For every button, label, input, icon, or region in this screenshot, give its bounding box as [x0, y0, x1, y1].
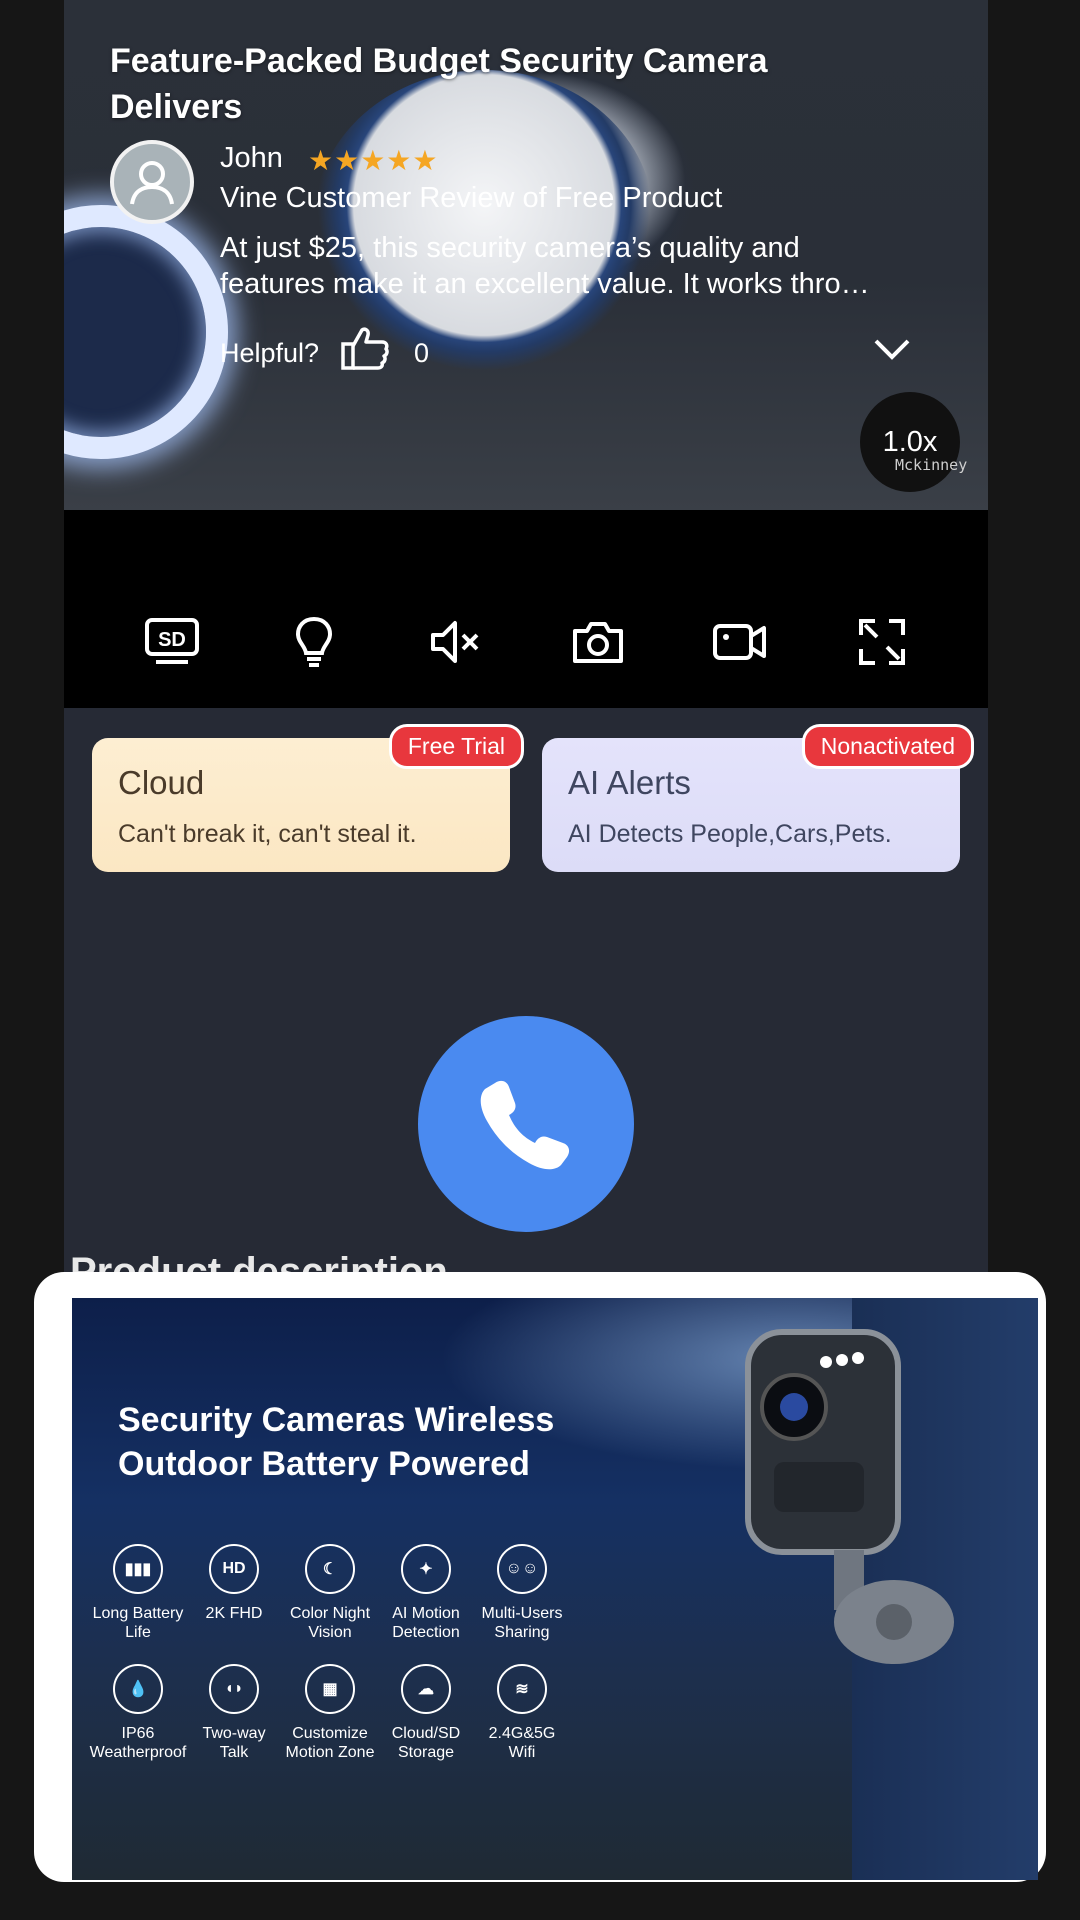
users-icon: ☺☺	[497, 1544, 547, 1594]
feature-wifi: ≋ 2.4G&5G Wifi	[470, 1664, 574, 1762]
feature-label: Weatherproof	[89, 1744, 187, 1761]
mute-button[interactable]	[426, 612, 486, 672]
night-vision-icon: ☾	[305, 1544, 355, 1594]
feature-label: Talk	[219, 1744, 249, 1761]
sd-icon: SD	[145, 618, 199, 664]
motion-zone-icon: ▦	[305, 1664, 355, 1714]
water-drop-icon: 💧	[113, 1664, 163, 1714]
expand-review-button[interactable]	[872, 336, 912, 367]
review-snippet-line2: features make it an excellent value. It …	[220, 268, 870, 300]
feature-label: Long Battery	[92, 1605, 184, 1622]
ai-alerts-card-subtitle: AI Detects People,Cars,Pets.	[568, 820, 892, 848]
cloud-card[interactable]: Cloud Can't break it, can't steal it. Fr…	[92, 724, 524, 872]
chevron-down-icon	[874, 339, 910, 360]
free-trial-badge: Free Trial	[388, 724, 524, 769]
feature-2k-fhd: HD 2K FHD	[182, 1544, 286, 1623]
fullscreen-icon	[859, 619, 905, 665]
product-title-line1: Security Cameras Wireless	[118, 1401, 555, 1439]
star-rating: ★★★★★	[308, 145, 439, 176]
feature-label: Detection	[392, 1624, 460, 1641]
feature-label: Sharing	[494, 1624, 550, 1641]
reviewer-name[interactable]: John	[220, 142, 283, 175]
feature-label: AI Motion	[392, 1605, 460, 1622]
feature-label: Customize	[292, 1725, 368, 1742]
cloud-card-title: Cloud	[118, 764, 205, 801]
feature-multi-users-sharing: ☺☺ Multi-Users Sharing	[470, 1544, 574, 1642]
motion-icon: ✦	[401, 1544, 451, 1594]
nonactivated-badge: Nonactivated	[801, 724, 974, 769]
cloud-storage-icon: ☁	[401, 1664, 451, 1714]
review-snippet[interactable]: At just $25, this security camera’s qual…	[220, 230, 920, 302]
wifi-icon: ≋	[497, 1664, 547, 1714]
user-icon	[130, 161, 174, 205]
feature-long-battery: ▮▮▮ Long Battery Life	[86, 1544, 190, 1642]
feature-ip66: 💧 IP66 Weatherproof	[86, 1664, 190, 1762]
product-title-line2: Outdoor Battery Powered	[118, 1445, 530, 1483]
feature-label: Color Night	[289, 1605, 371, 1622]
video-record-icon	[713, 624, 766, 660]
feature-label: Cloud/SD	[391, 1725, 461, 1742]
helpful-label: Helpful?	[220, 338, 320, 368]
video-watermark: Mckinney	[895, 456, 968, 474]
cloud-card-subtitle: Can't break it, can't steal it.	[118, 820, 417, 848]
feature-label: Vision	[308, 1624, 352, 1641]
thumbs-up-icon	[341, 327, 389, 370]
avatar[interactable]	[110, 140, 194, 224]
light-bulb-icon	[295, 616, 333, 667]
feature-label: 2K FHD	[205, 1605, 263, 1622]
feature-panel: Cloud Can't break it, can't steal it. Fr…	[64, 708, 988, 1273]
snapshot-button[interactable]	[568, 612, 628, 672]
review-title: Feature-Packed Budget Security Camera De…	[110, 42, 768, 126]
feature-label: Life	[125, 1624, 151, 1641]
record-button[interactable]	[710, 612, 770, 672]
feature-label: Wifi	[508, 1744, 536, 1761]
product-image-title: Security Cameras Wireless Outdoor Batter…	[118, 1398, 554, 1486]
sd-quality-button[interactable]: SD	[142, 612, 202, 672]
product-image[interactable]: Security Cameras Wireless Outdoor Batter…	[72, 1298, 1038, 1880]
feature-cloud-sd-storage: ☁ Cloud/SD Storage	[374, 1664, 478, 1762]
camera-icon	[573, 622, 623, 663]
mute-icon	[431, 621, 479, 663]
playback-speed-button[interactable]: 1.0x	[860, 392, 960, 492]
feature-ai-motion-detection: ✦ AI Motion Detection	[374, 1544, 478, 1642]
ai-alerts-card[interactable]: AI Alerts AI Detects People,Cars,Pets. N…	[542, 724, 974, 872]
feature-two-way-talk: ◖◗ Two-way Talk	[182, 1664, 286, 1762]
feature-label: IP66	[121, 1725, 155, 1742]
ai-alerts-card-title: AI Alerts	[568, 764, 691, 801]
svg-text:SD: SD	[158, 629, 186, 651]
camera-ring-light	[64, 205, 228, 459]
battery-icon: ▮▮▮	[113, 1544, 163, 1594]
feature-label: Two-way	[202, 1725, 266, 1742]
call-button[interactable]	[418, 1016, 634, 1232]
feature-motion-zone: ▦ Customize Motion Zone	[278, 1664, 382, 1762]
hd-icon: HD	[209, 1544, 259, 1594]
helpful-count: 0	[414, 338, 430, 368]
fullscreen-button[interactable]	[852, 612, 912, 672]
review-snippet-line1: At just $25, this security camera’s qual…	[220, 232, 800, 264]
feature-color-night-vision: ☾ Color Night Vision	[278, 1544, 382, 1642]
feature-label: Storage	[397, 1744, 455, 1761]
vine-label: Vine Customer Review of Free Product	[220, 182, 723, 214]
feature-label: Motion Zone	[285, 1744, 375, 1761]
phone-icon	[480, 1080, 570, 1170]
feature-label: 2.4G&5G	[488, 1725, 556, 1742]
light-button[interactable]	[284, 612, 344, 672]
security-camera-illustration	[734, 1322, 984, 1687]
two-way-talk-icon: ◖◗	[209, 1664, 259, 1714]
thumbs-up-button[interactable]	[340, 326, 390, 377]
camera-control-bar: SD	[64, 510, 988, 708]
feature-label: Multi-Users	[481, 1605, 563, 1622]
